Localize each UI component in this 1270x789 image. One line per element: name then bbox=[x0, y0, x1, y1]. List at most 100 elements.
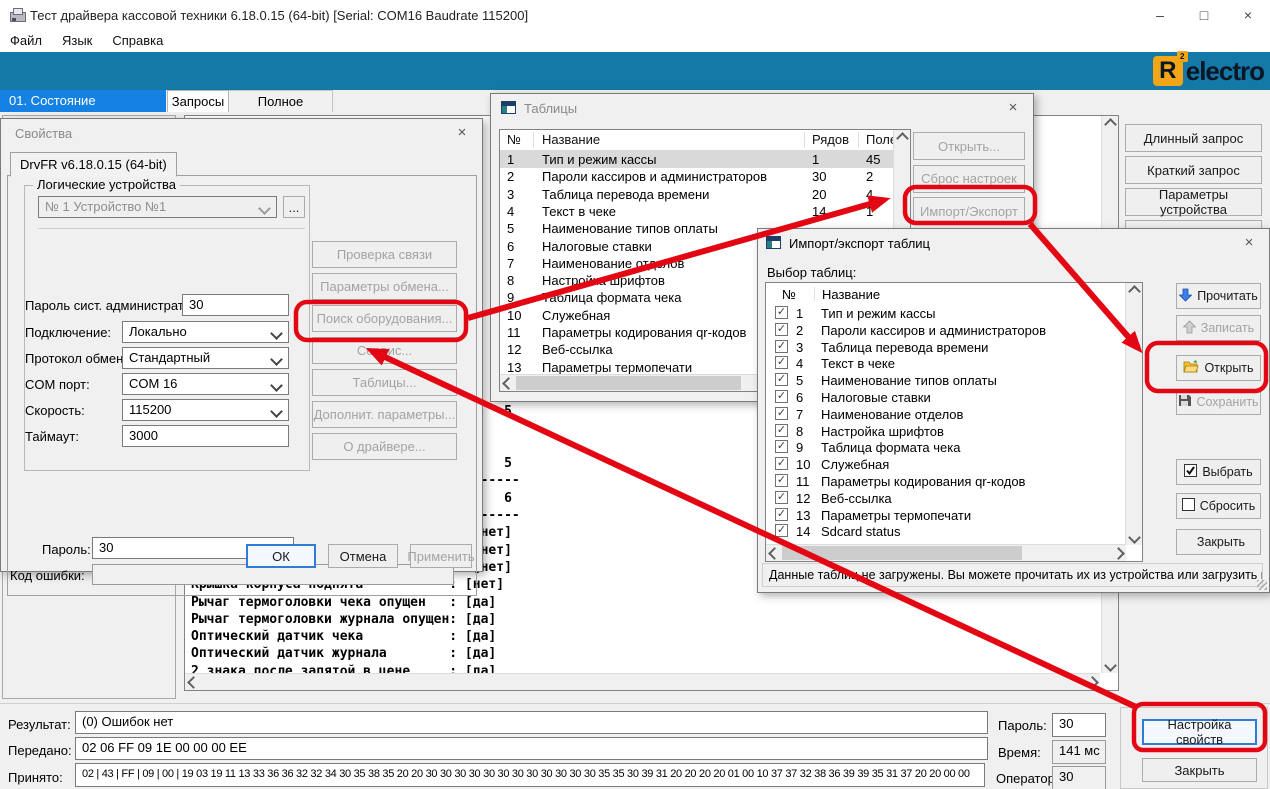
checkbox-checked-icon[interactable]: ✓ bbox=[775, 508, 788, 521]
dialog-password-label: Пароль: bbox=[42, 542, 91, 557]
checkbox-checked-icon[interactable]: ✓ bbox=[775, 340, 788, 353]
import-button-6[interactable]: Закрыть bbox=[1176, 529, 1261, 555]
import-table-row[interactable]: ✓11Параметры кодирования qr-кодов bbox=[766, 473, 1126, 490]
prop-field-combo-3[interactable]: COM 16 bbox=[122, 373, 289, 395]
tables-button-2: Импорт/Экспорт bbox=[913, 197, 1025, 225]
scroll-down-icon[interactable] bbox=[1126, 529, 1142, 545]
result-field[interactable]: (0) Ошибок нет bbox=[75, 711, 988, 734]
maximize-button[interactable]: □ bbox=[1182, 0, 1226, 30]
table-row-name: Наименование типов оплаты bbox=[542, 221, 718, 236]
close-icon[interactable]: × bbox=[1229, 229, 1269, 256]
table-row[interactable]: 4Текст в чеке141 bbox=[500, 203, 894, 220]
resize-grip[interactable] bbox=[1257, 580, 1267, 590]
menu-item-1[interactable]: Язык bbox=[52, 30, 102, 51]
ok-button[interactable]: ОК bbox=[246, 544, 316, 568]
cancel-button[interactable]: Отмена bbox=[328, 544, 398, 568]
console-hscrollbar[interactable] bbox=[185, 673, 1100, 690]
menu-item-2[interactable]: Справка bbox=[102, 30, 173, 51]
close-icon[interactable]: × bbox=[993, 94, 1033, 121]
checkbox-checked-icon[interactable]: ✓ bbox=[775, 524, 788, 537]
scroll-left-icon[interactable] bbox=[500, 375, 516, 391]
import-table-row[interactable]: ✓1Тип и режим кассы bbox=[766, 305, 1126, 322]
properties-dialog-title: Свойства bbox=[15, 126, 72, 141]
checkbox-checked-icon[interactable]: ✓ bbox=[775, 424, 788, 437]
checkbox-checked-icon[interactable]: ✓ bbox=[775, 373, 788, 386]
tab-full-state[interactable]: Полное состояние bbox=[229, 90, 333, 112]
table-row[interactable]: 1Тип и режим кассы145 bbox=[500, 151, 894, 168]
table-row[interactable]: 2Пароли кассиров и администраторов302 bbox=[500, 168, 894, 185]
prop-field-label-3: COM порт: bbox=[25, 377, 90, 392]
close-button[interactable]: × bbox=[1226, 0, 1270, 30]
properties-setup-button[interactable]: Настройка свойств bbox=[1142, 719, 1257, 745]
import-table-row[interactable]: ✓13Параметры термопечати bbox=[766, 507, 1126, 524]
scroll-left-icon[interactable] bbox=[766, 545, 782, 561]
import-row-num: 6 bbox=[796, 390, 803, 405]
tables-button-1: Сброс настроек bbox=[913, 165, 1025, 193]
close-main-button[interactable]: Закрыть bbox=[1142, 758, 1257, 782]
minimize-button[interactable]: – bbox=[1138, 0, 1182, 30]
prop-field-combo-2[interactable]: Стандартный bbox=[122, 347, 289, 369]
import-table-row[interactable]: ✓3Таблица перевода времени bbox=[766, 339, 1126, 356]
import-table-row[interactable]: ✓12Веб-ссылка bbox=[766, 490, 1126, 507]
checkbox-checked-icon[interactable]: ✓ bbox=[775, 306, 788, 319]
table-row-fields: 2 bbox=[866, 169, 873, 184]
right-button-0[interactable]: Длинный запрос bbox=[1125, 124, 1262, 152]
password-field[interactable]: 30 bbox=[1052, 713, 1106, 737]
prop-field-combo-1[interactable]: Локально bbox=[122, 321, 289, 343]
scroll-right-icon[interactable] bbox=[1084, 674, 1100, 690]
table-icon bbox=[501, 101, 516, 114]
driver-version-tab[interactable]: DrvFR v6.18.0.15 (64-bit) bbox=[10, 152, 177, 177]
import-button-4[interactable]: Выбрать bbox=[1176, 459, 1261, 485]
import-table-row[interactable]: ✓14Sdcard status bbox=[766, 523, 1126, 540]
scrollbar-thumb[interactable] bbox=[516, 376, 741, 390]
checkbox-checked-icon[interactable]: ✓ bbox=[775, 440, 788, 453]
tab-requests[interactable]: Запросы bbox=[167, 90, 229, 112]
checkbox-checked-icon[interactable]: ✓ bbox=[775, 491, 788, 504]
prop-field-input-5[interactable]: 3000 bbox=[122, 425, 289, 447]
table-row-name: Таблица формата чека bbox=[542, 290, 681, 305]
checkbox-checked-icon[interactable]: ✓ bbox=[775, 457, 788, 470]
scrollbar-thumb[interactable] bbox=[782, 546, 1022, 560]
device-browse-button[interactable]: ... bbox=[283, 196, 305, 218]
import-table-row[interactable]: ✓5Наименование типов оплаты bbox=[766, 372, 1126, 389]
import-table-row[interactable]: ✓10Служебная bbox=[766, 456, 1126, 473]
prop-field-input-0[interactable]: 30 bbox=[182, 294, 289, 316]
import-table-row[interactable]: ✓6Налоговые ставки bbox=[766, 389, 1126, 406]
right-button-1[interactable]: Краткий запрос bbox=[1125, 156, 1262, 184]
import-hscrollbar[interactable] bbox=[766, 544, 1126, 561]
checkbox-checked-icon[interactable]: ✓ bbox=[775, 390, 788, 403]
scroll-left-icon[interactable] bbox=[185, 674, 201, 690]
table-row[interactable]: 3Таблица перевода времени204 bbox=[500, 186, 894, 203]
properties-dialog-titlebar: Свойства × bbox=[1, 119, 482, 147]
import-table-row[interactable]: ✓9Таблица формата чека bbox=[766, 439, 1126, 456]
import-button-2[interactable]: Открыть bbox=[1176, 355, 1261, 381]
checkbox-checked-icon[interactable]: ✓ bbox=[775, 407, 788, 420]
checkbox-checked-icon[interactable]: ✓ bbox=[775, 323, 788, 336]
tab-state[interactable]: 01. Состояние bbox=[0, 90, 166, 112]
sent-field[interactable]: 02 06 FF 09 1E 00 00 00 EE bbox=[75, 737, 988, 760]
scroll-right-icon[interactable] bbox=[1110, 545, 1126, 561]
prop-field-combo-4[interactable]: 115200 bbox=[122, 399, 289, 421]
import-vscrollbar[interactable] bbox=[1125, 283, 1142, 545]
scroll-up-icon[interactable] bbox=[894, 130, 910, 146]
right-button-2[interactable]: Параметры устройства bbox=[1125, 188, 1262, 216]
scroll-down-icon[interactable] bbox=[1102, 657, 1118, 673]
import-table-row[interactable]: ✓4Текст в чеке bbox=[766, 355, 1126, 372]
received-field[interactable]: 02 | 43 | FF | 09 | 00 | 19 03 19 11 13 … bbox=[75, 763, 985, 787]
scroll-up-icon[interactable] bbox=[1126, 283, 1142, 299]
import-button-5[interactable]: Сбросить bbox=[1176, 493, 1261, 519]
app-window: Тест драйвера кассовой техники 6.18.0.15… bbox=[0, 0, 1270, 789]
checkbox-checked-icon[interactable]: ✓ bbox=[775, 356, 788, 369]
time-field: 141 мс bbox=[1052, 740, 1106, 764]
time-label: Время: bbox=[998, 745, 1041, 760]
import-table-row[interactable]: ✓7Наименование отделов bbox=[766, 406, 1126, 423]
import-row-num: 4 bbox=[796, 356, 803, 371]
close-icon[interactable]: × bbox=[442, 119, 482, 146]
checkbox-checked-icon[interactable]: ✓ bbox=[775, 474, 788, 487]
menu-item-0[interactable]: Файл bbox=[0, 30, 52, 51]
import-table-row[interactable]: ✓2Пароли кассиров и администраторов bbox=[766, 322, 1126, 339]
import-tables-list[interactable]: № Название ✓1Тип и режим кассы✓2Пароли к… bbox=[765, 282, 1143, 562]
import-table-row[interactable]: ✓8Настройка шрифтов bbox=[766, 423, 1126, 440]
import-button-0[interactable]: Прочитать bbox=[1176, 283, 1261, 309]
scroll-up-icon[interactable] bbox=[1102, 116, 1118, 132]
